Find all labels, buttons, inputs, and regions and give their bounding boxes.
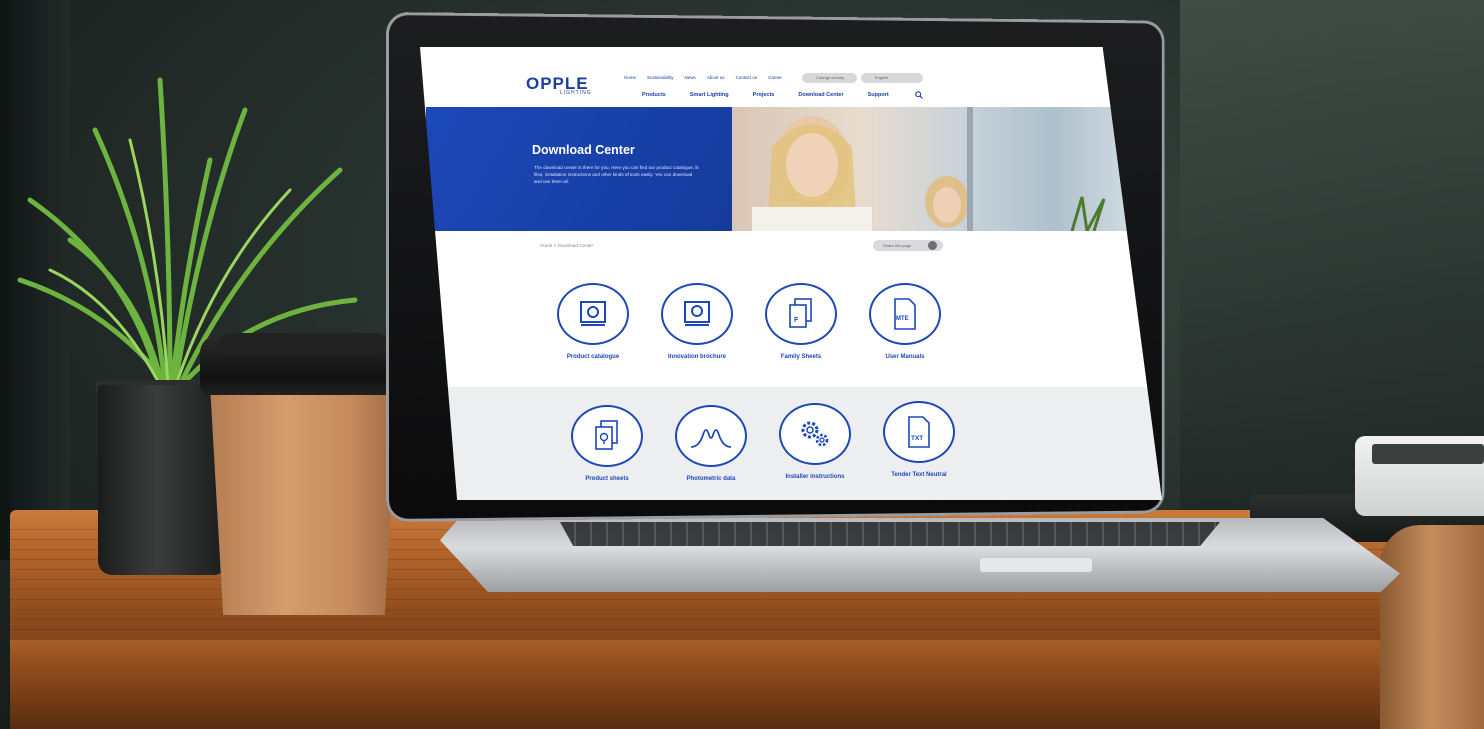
top-link-about[interactable]: About us — [707, 75, 725, 80]
top-link-contact[interactable]: Contact us — [736, 75, 758, 80]
hero-description: The download center is there for you. He… — [534, 165, 699, 184]
breadcrumb[interactable]: Home > Download Center — [540, 243, 593, 248]
top-links: Home Sustainability News About us Contac… — [624, 75, 782, 80]
tile-product-sheets[interactable]: Product sheets — [552, 405, 662, 482]
tile-product-catalogue[interactable]: Product catalogue — [538, 283, 648, 360]
tile-photometric-data[interactable]: Photometric data — [656, 405, 766, 482]
main-nav: Products Smart Lighting Projects Downloa… — [642, 92, 889, 98]
tile-label: Innovation brochure — [667, 354, 726, 360]
laptop-trackpad-edge — [980, 558, 1092, 572]
brochure-icon — [661, 283, 733, 345]
share-icon[interactable] — [928, 241, 937, 250]
tile-label: Installer instructions — [785, 474, 845, 480]
product-sheet-icon — [571, 405, 643, 467]
tile-label: Family Sheets — [780, 354, 822, 360]
nav-products[interactable]: Products — [642, 92, 666, 98]
family-sheet-icon: F — [765, 283, 837, 345]
tile-tender-text-neutral[interactable]: TXT Tender Text Neutral — [864, 401, 974, 478]
tile-label: User Manuals — [885, 354, 925, 360]
tile-family-sheets[interactable]: F Family Sheets — [746, 283, 856, 360]
tile-installer-instructions[interactable]: Installer instructions — [760, 403, 870, 480]
tile-label: Product catalogue — [566, 354, 620, 360]
coffee-cup — [210, 385, 398, 615]
nav-smart-lighting[interactable]: Smart Lighting — [690, 92, 729, 98]
plant-pot — [98, 385, 228, 575]
manual-glyph: MTE — [896, 316, 909, 322]
top-link-career[interactable]: Career — [768, 75, 782, 80]
nav-projects[interactable]: Projects — [753, 92, 775, 98]
tile-label: Tender Text Neutral — [891, 472, 947, 478]
laptop-keyboard — [560, 522, 1220, 546]
family-sheet-glyph: F — [794, 317, 799, 324]
top-link-home[interactable]: Home — [624, 75, 636, 80]
nav-support[interactable]: Support — [868, 92, 889, 98]
tile-user-manuals[interactable]: MTE User Manuals — [850, 283, 960, 360]
wooden-chair — [1380, 525, 1484, 729]
top-link-sustainability[interactable]: Sustainability — [647, 75, 674, 80]
calculator-screen — [1372, 444, 1484, 464]
change-country-button[interactable]: Change country — [802, 73, 857, 83]
manual-icon: MTE — [869, 283, 941, 345]
txt-file-icon: TXT — [883, 401, 955, 463]
hero-title: Download Center — [532, 143, 635, 157]
site-header: OPPLE LIGHTING Home Sustainability News … — [420, 47, 1162, 107]
nav-download-center[interactable]: Download Center — [798, 92, 843, 98]
search-icon[interactable] — [915, 91, 923, 99]
logo-subtitle: LIGHTING — [560, 90, 592, 96]
txt-glyph: TXT — [911, 435, 923, 442]
language-select[interactable]: English — [861, 73, 923, 83]
gears-icon — [779, 403, 851, 465]
cup-lid-top — [218, 333, 388, 355]
catalogue-icon — [557, 283, 629, 345]
top-link-news[interactable]: News — [685, 75, 696, 80]
support-agents-photo — [752, 107, 1106, 232]
laptop-screen: OPPLE LIGHTING Home Sustainability News … — [420, 47, 1162, 500]
tile-innovation-brochure[interactable]: Innovation brochure — [642, 283, 752, 360]
tile-label: Product sheets — [585, 476, 629, 482]
photometric-icon — [675, 405, 747, 467]
hero-photo — [732, 107, 1162, 232]
tile-label: Photometric data — [686, 476, 736, 482]
desk-front-edge — [10, 640, 1484, 729]
